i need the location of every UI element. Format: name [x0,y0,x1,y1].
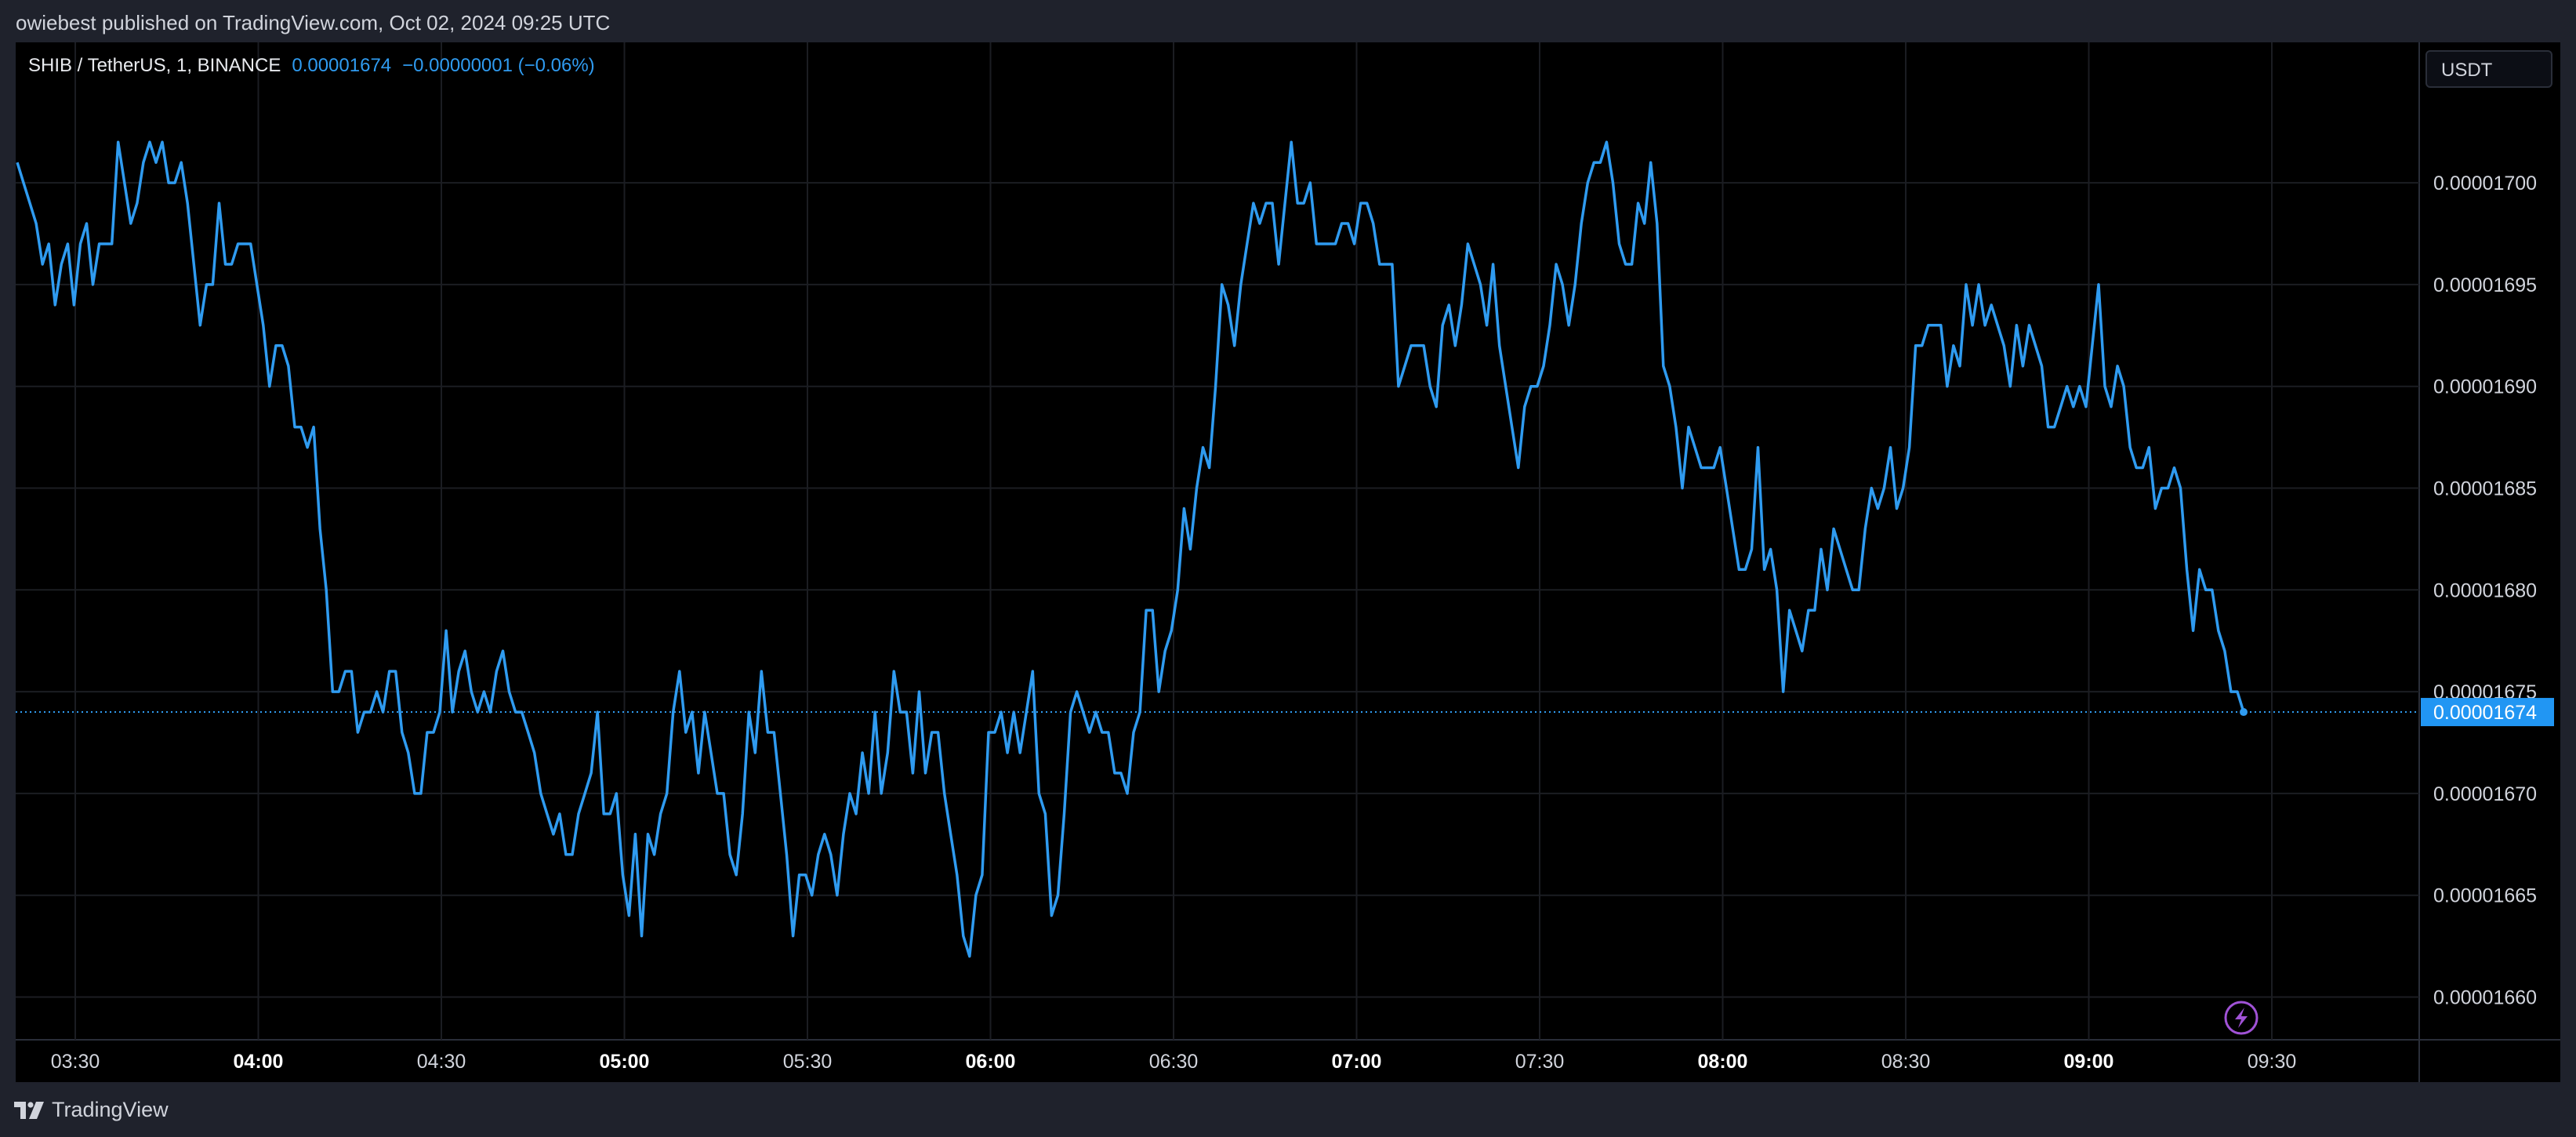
time-tick-label: 09:00 [2064,1051,2114,1073]
price-tick-label: 0.00001680 [2433,579,2537,601]
time-tick-label: 09:30 [2248,1051,2297,1073]
time-tick-label: 04:00 [234,1051,284,1073]
tradingview-logo-icon [14,1101,44,1119]
price-axis[interactable]: 0.000016600.000016650.000016700.00001675… [2421,173,2554,1008]
tradingview-logo[interactable]: TradingView [14,1098,169,1122]
price-tick-label: 0.00001690 [2433,376,2537,398]
last-price-dot [2240,708,2248,717]
time-tick-label: 07:30 [1515,1051,1565,1073]
lightning-icon-bolt [2235,1008,2248,1028]
symbol-label[interactable]: SHIB / TetherUS, 1, BINANCE [28,55,281,78]
price-change: −0.00000001 (−0.06%) [402,55,595,76]
price-tick-label: 0.00001685 [2433,478,2537,500]
price-tick-label: 0.00001665 [2433,885,2537,907]
time-tick-label: 08:00 [1698,1051,1748,1073]
last-price-tag[interactable]: 0.00001674 [2421,698,2554,727]
chart-overlay [16,708,2419,1035]
price-tick-label: 0.00001700 [2433,173,2537,194]
time-tick-label: 06:30 [1149,1051,1199,1073]
time-tick-label: 07:00 [1332,1051,1382,1073]
price-series [16,140,2245,958]
time-tick-label: 03:30 [51,1051,100,1073]
time-tick-label: 08:30 [1881,1051,1931,1073]
last-price-value: 0.00001674 [292,55,392,76]
footer: TradingView [0,1082,2576,1137]
price-chart[interactable]: 0.000016600.000016650.000016700.00001675… [0,0,2576,1137]
currency-selector[interactable]: USDT [2425,50,2552,88]
time-tick-label: 05:00 [600,1051,650,1073]
grid-lines [16,42,2560,1082]
time-tick-label: 04:30 [417,1051,466,1073]
price-tick-label: 0.00001695 [2433,274,2537,296]
time-axis[interactable]: 03:30 04:00 04:30 05:00 05:30 06:00 06:30 07:00… [51,1051,2297,1073]
currency-label: USDT [2441,60,2493,81]
time-tick-label: 05:30 [783,1051,833,1073]
lightning-icon[interactable] [2224,1001,2259,1035]
time-tick-label: 06:00 [966,1051,1016,1073]
last-price-tag-label: 0.00001674 [2433,702,2537,724]
symbol-legend[interactable]: SHIB / TetherUS, 1, BINANCE 0.00001674 −… [28,55,595,78]
footer-brand: TradingView [52,1098,169,1121]
price-line [16,140,2245,958]
price-tick-label: 0.00001670 [2433,783,2537,805]
price-tick-label: 0.00001660 [2433,986,2537,1008]
